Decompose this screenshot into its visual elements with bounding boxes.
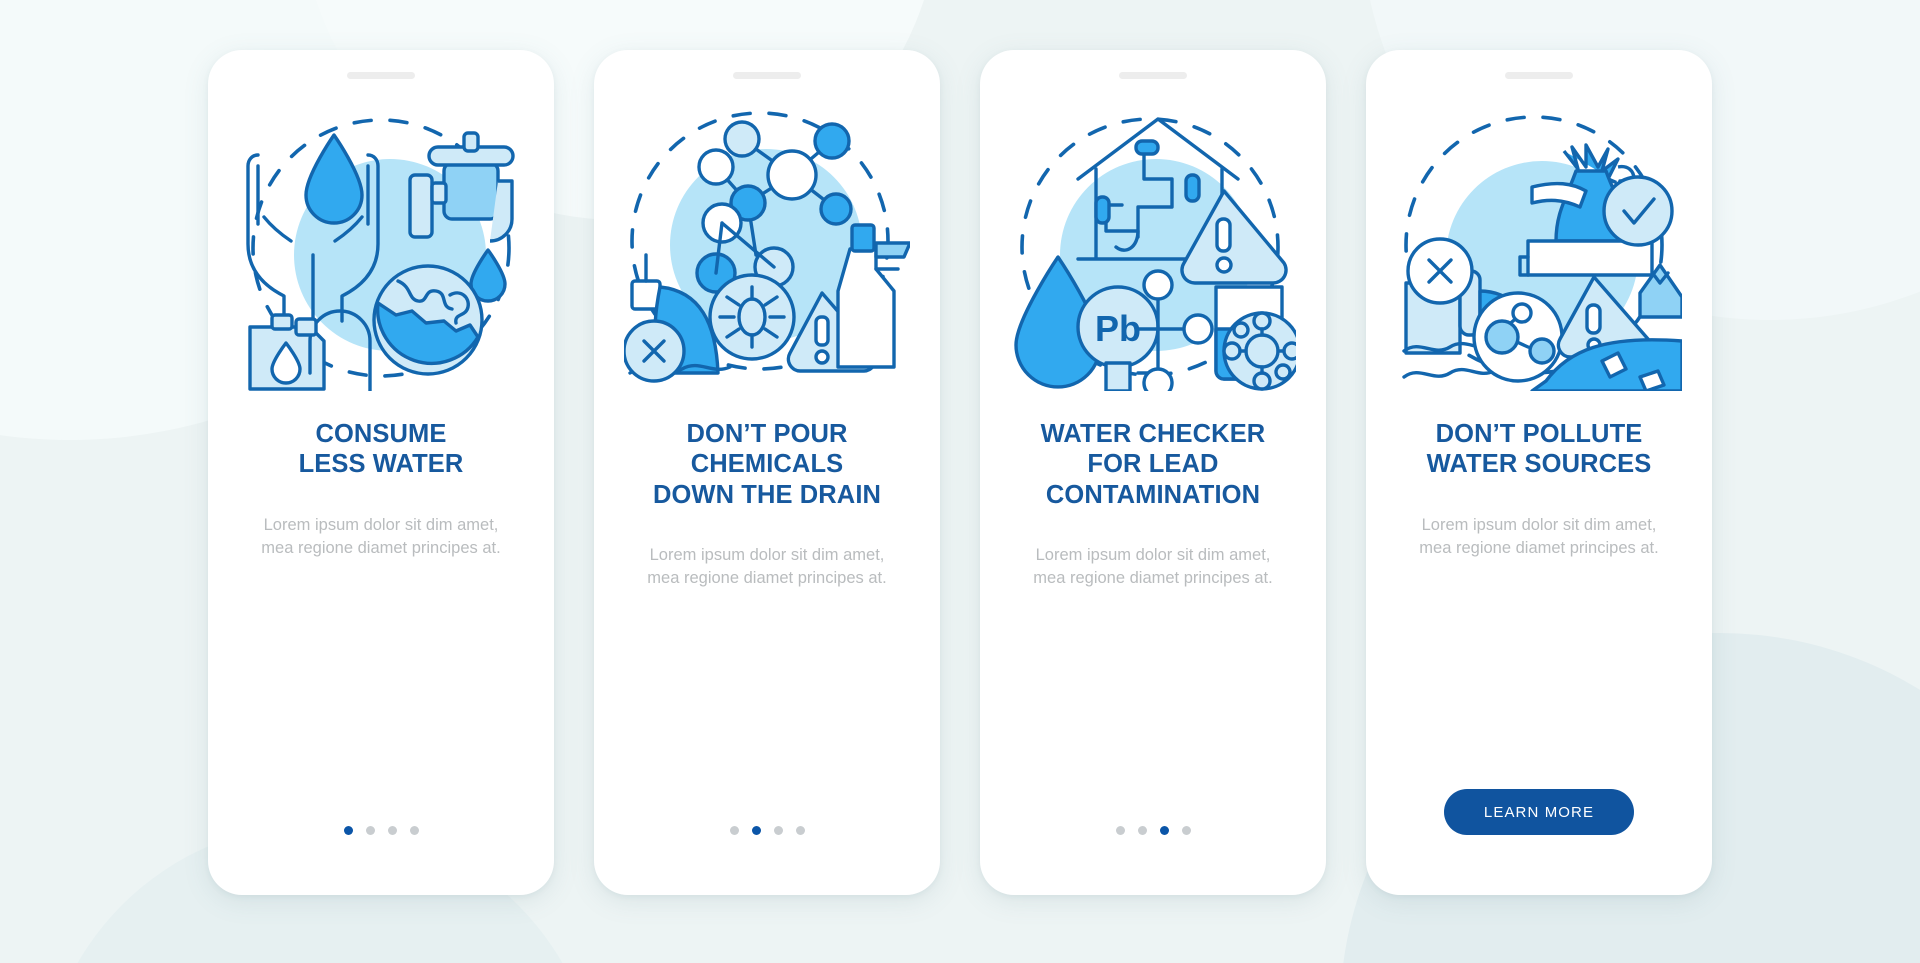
page-title: CONSUME LESS WATER (231, 419, 531, 480)
title-line: WATER SOURCES (1426, 450, 1652, 479)
phone-speaker-bar (1119, 72, 1187, 79)
onboarding-screen-consume-less-water[interactable]: CONSUME LESS WATER Lorem ipsum dolor sit… (208, 50, 554, 895)
onboarding-screen-dont-pour-chemicals[interactable]: DON’T POUR CHEMICALS DOWN THE DRAIN Lore… (594, 50, 940, 895)
pagination-dots[interactable] (729, 826, 805, 835)
pagination-dot-2[interactable] (1137, 826, 1147, 835)
title-line: FOR LEAD (1087, 450, 1219, 479)
onboarding-screens-rail: CONSUME LESS WATER Lorem ipsum dolor sit… (0, 0, 1920, 895)
body-text: Lorem ipsum dolor sit dim amet, mea regi… (261, 515, 501, 558)
screen-footer (208, 826, 554, 835)
title-line: CONTAMINATION (1045, 480, 1261, 509)
screen-footer (980, 826, 1326, 835)
body-text: Lorem ipsum dolor sit dim amet, mea regi… (1033, 546, 1273, 588)
phone-speaker-bar (347, 72, 415, 79)
title-line: CONSUME (315, 420, 447, 448)
body-text: Lorem ipsum dolor sit dim amet, mea regi… (1419, 515, 1659, 558)
learn-more-button[interactable]: LEARN MORE (1444, 789, 1634, 835)
pagination-dot-1[interactable] (729, 826, 739, 835)
title-line: DON’T POUR (686, 420, 848, 448)
onboarding-screen-water-checker-lead[interactable]: Pb WATER CHECKER FOR LEAD CONTAMINATION … (980, 50, 1326, 895)
pagination-dots[interactable] (1115, 826, 1191, 835)
pagination-dot-2[interactable] (365, 826, 375, 835)
title-line: DOWN THE DRAIN (652, 480, 882, 509)
pagination-dot-3[interactable] (1159, 826, 1169, 835)
pagination-dot-3[interactable] (387, 826, 397, 835)
pagination-dot-4[interactable] (795, 826, 805, 835)
phone-speaker-bar (733, 72, 801, 79)
illustration-label-pb: Pb (1095, 308, 1141, 349)
illustration-hands-water-drop-tap-globe (238, 105, 524, 391)
pagination-dot-3[interactable] (773, 826, 783, 835)
pagination-dot-4[interactable] (409, 826, 419, 835)
page-title: WATER CHECKER FOR LEAD CONTAMINATION (1003, 419, 1303, 510)
illustration-pipe-cross-check-trash-bag-warning-mountains (1396, 105, 1682, 391)
onboarding-screen-dont-pollute-water-sources[interactable]: DON’T POLLUTE WATER SOURCES Lorem ipsum … (1366, 50, 1712, 895)
pagination-dot-1[interactable] (343, 826, 353, 835)
page-title: DON’T POUR CHEMICALS DOWN THE DRAIN (617, 419, 917, 510)
screen-footer: LEARN MORE (1366, 789, 1712, 835)
title-line: WATER CHECKER (1040, 420, 1266, 448)
pagination-dot-2[interactable] (751, 826, 761, 835)
body-text: Lorem ipsum dolor sit dim amet, mea regi… (647, 546, 887, 588)
phone-speaker-bar (1505, 72, 1573, 79)
title-line: LESS WATER (298, 450, 464, 479)
page-title: DON’T POLLUTE WATER SOURCES (1389, 419, 1689, 480)
pagination-dot-4[interactable] (1181, 826, 1191, 835)
pagination-dots[interactable] (343, 826, 419, 835)
screen-footer (594, 826, 940, 835)
pagination-dot-1[interactable] (1115, 826, 1125, 835)
title-line: CHEMICALS (690, 450, 844, 479)
illustration-molecule-pipe-bacteria-warning-bottles (624, 105, 910, 391)
illustration-house-pipes-lead-pb-glass-virus: Pb (1010, 105, 1296, 391)
title-line: DON’T POLLUTE (1435, 420, 1643, 448)
